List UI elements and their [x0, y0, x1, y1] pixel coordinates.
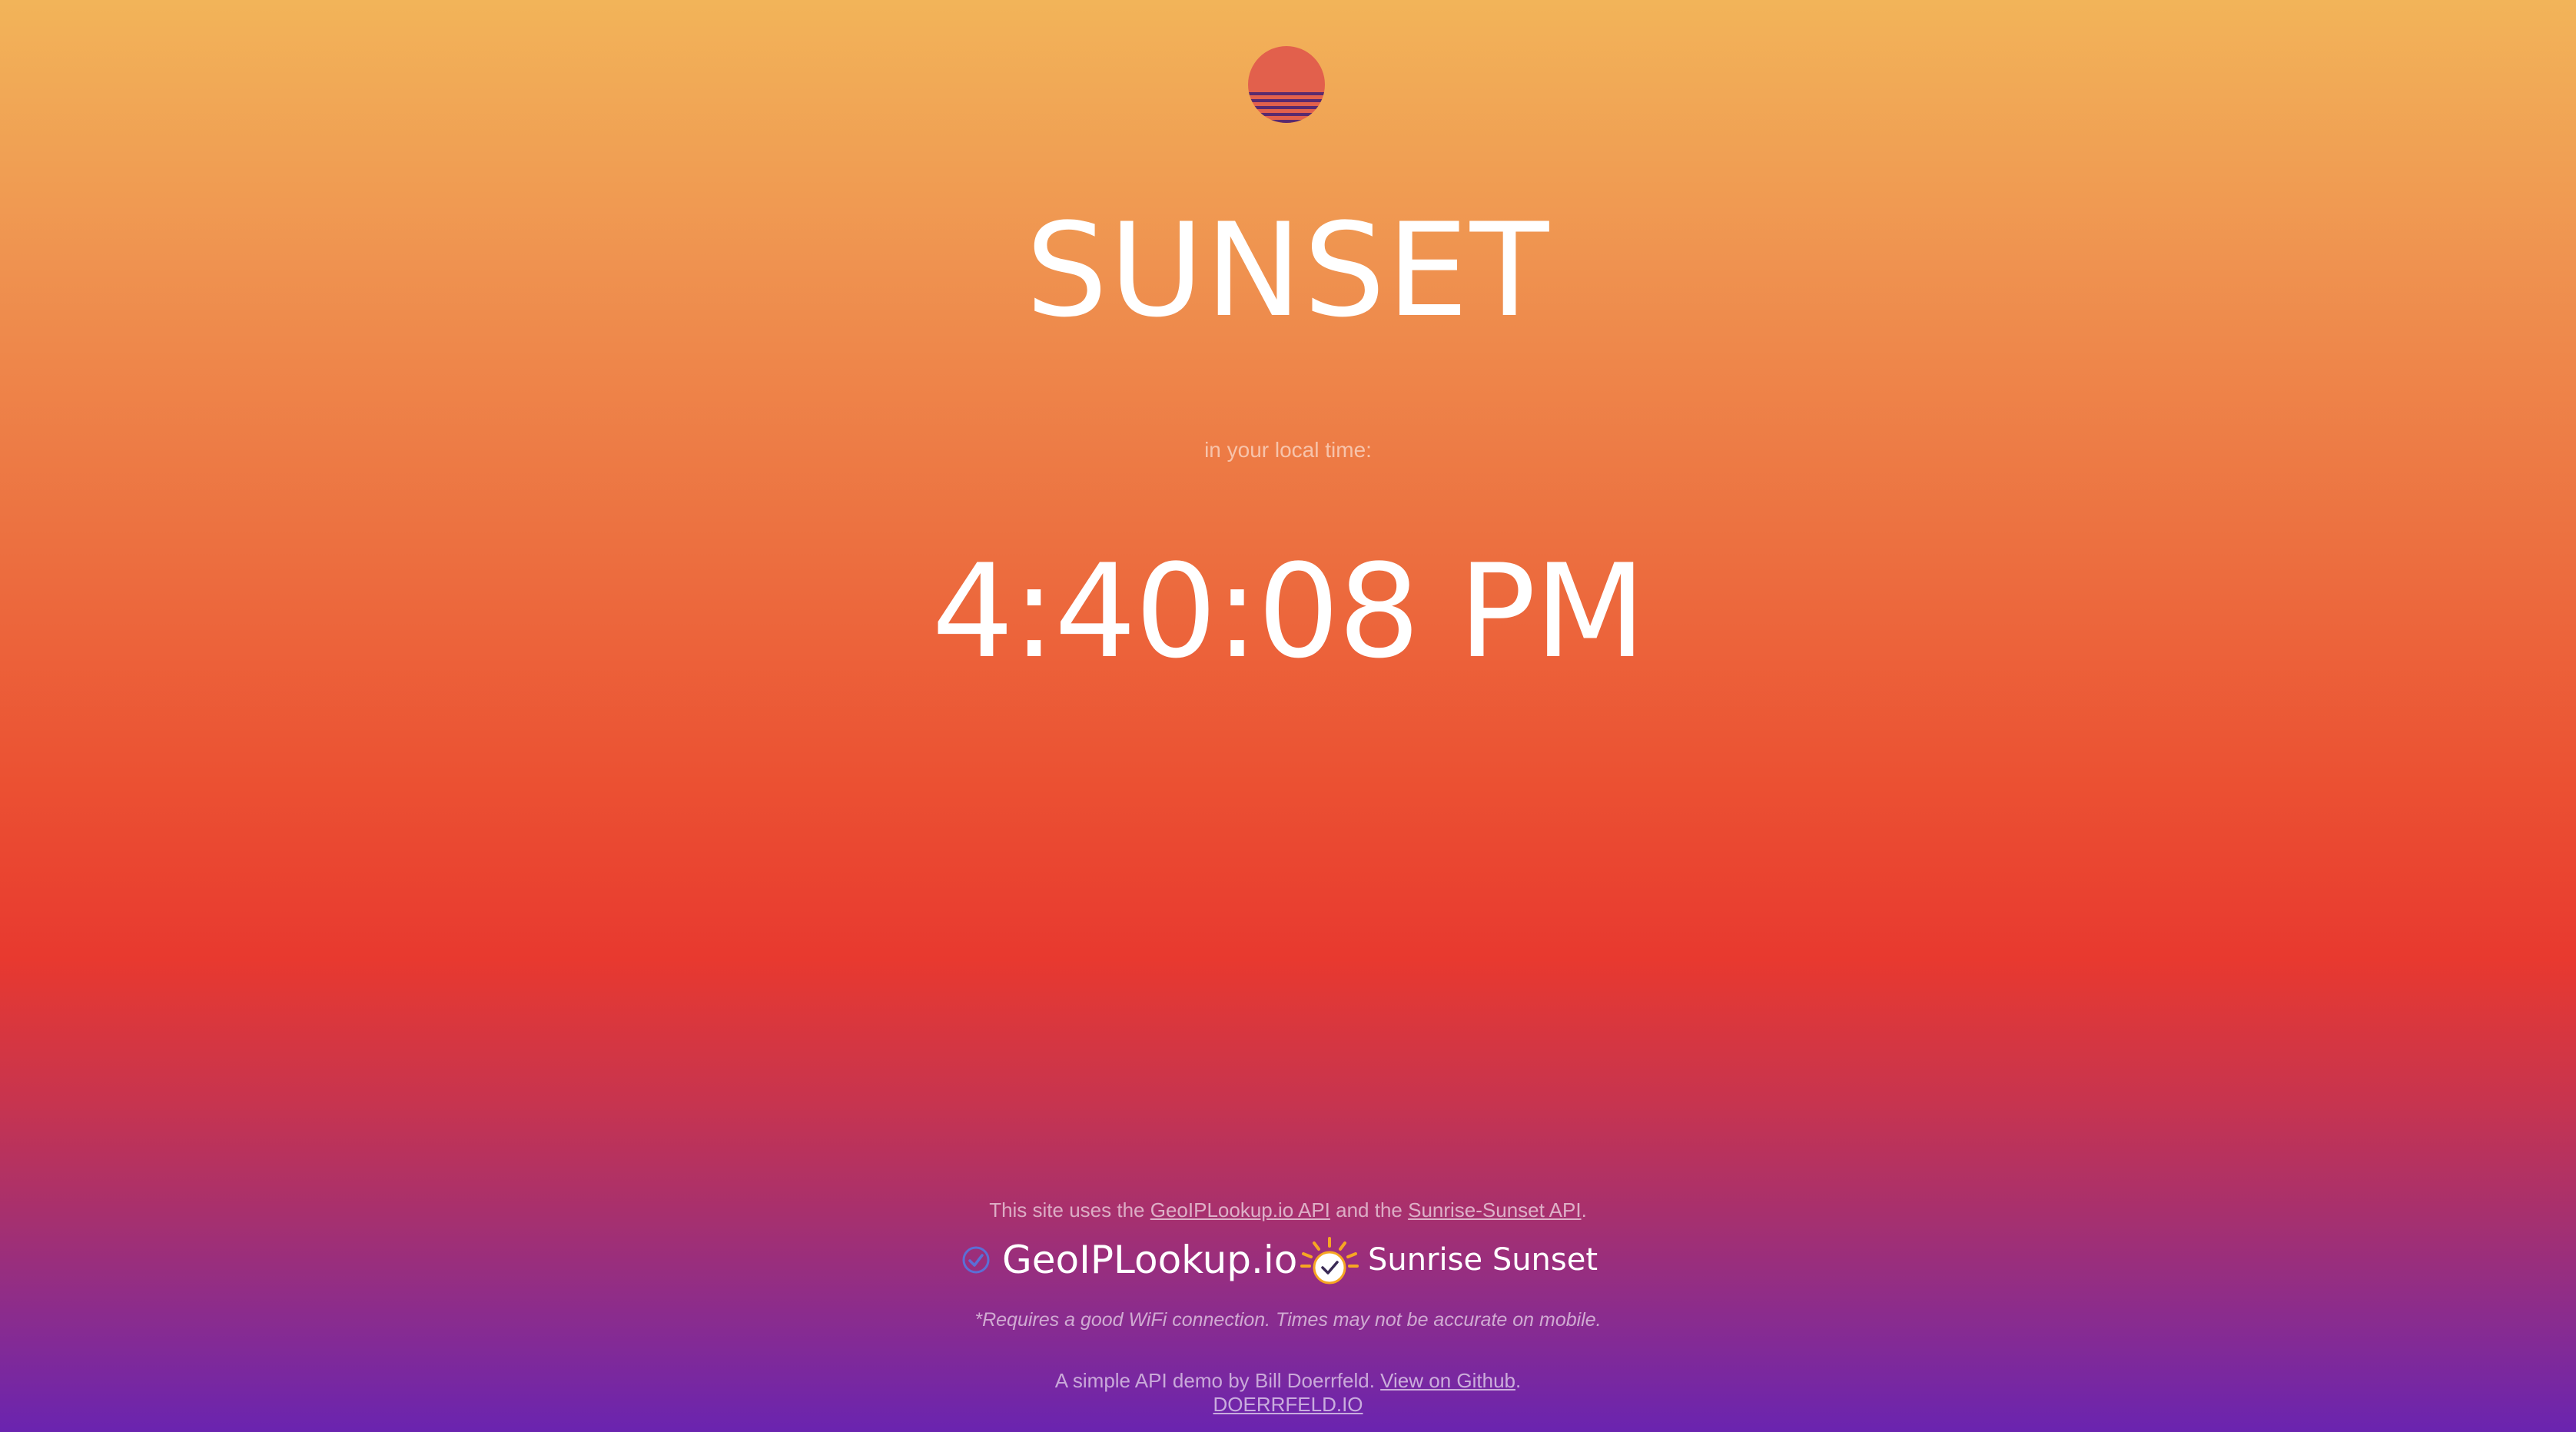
- geoiplookup-logo-text: GeoIPLookup.io: [1002, 1238, 1298, 1282]
- local-time-label: in your local time:: [1204, 438, 1372, 462]
- geoiplookup-logo[interactable]: GeoIPLookup.io: [961, 1237, 1297, 1283]
- sunrise-sunset-api-link[interactable]: Sunrise-Sunset API: [1408, 1198, 1581, 1222]
- sunrise-clock-icon: [1300, 1237, 1359, 1284]
- credits-prefix: This site uses the: [989, 1198, 1150, 1222]
- footer-prefix: A simple API demo by Bill Doerrfeld.: [1054, 1369, 1381, 1392]
- sunset-logo-icon: [1248, 46, 1325, 123]
- credits-middle: and the: [1329, 1198, 1409, 1222]
- sunrise-sunset-logo-text: Sunrise Sunset: [1368, 1242, 1598, 1278]
- footer-suffix: .: [1515, 1369, 1522, 1392]
- footer: A simple API demo by Bill Doerrfeld. Vie…: [0, 1369, 2576, 1417]
- github-link[interactable]: View on Github: [1380, 1369, 1515, 1392]
- geoiplookup-check-icon: [962, 1246, 990, 1274]
- footer-line: A simple API demo by Bill Doerrfeld. Vie…: [0, 1369, 2576, 1393]
- geoiplookup-api-link[interactable]: GeoIPLookup.io API: [1150, 1198, 1330, 1222]
- credits-suffix: .: [1581, 1198, 1587, 1222]
- doerrfeld-site-link[interactable]: DOERRFELD.IO: [1213, 1393, 1363, 1416]
- api-logos: GeoIPLookup.io Sunrise Sunset: [0, 1232, 2576, 1286]
- sunset-time: 4:40:08 PM: [931, 536, 1645, 687]
- page-title: SUNSET: [1025, 195, 1551, 346]
- sunrise-sunset-logo[interactable]: Sunrise Sunset: [1299, 1235, 1598, 1284]
- footer-site-line: DOERRFELD.IO: [0, 1393, 2576, 1417]
- api-credits: This site uses the GeoIPLookup.io API an…: [0, 1200, 2576, 1220]
- connection-note: *Requires a good WiFi connection. Times …: [974, 1309, 1602, 1331]
